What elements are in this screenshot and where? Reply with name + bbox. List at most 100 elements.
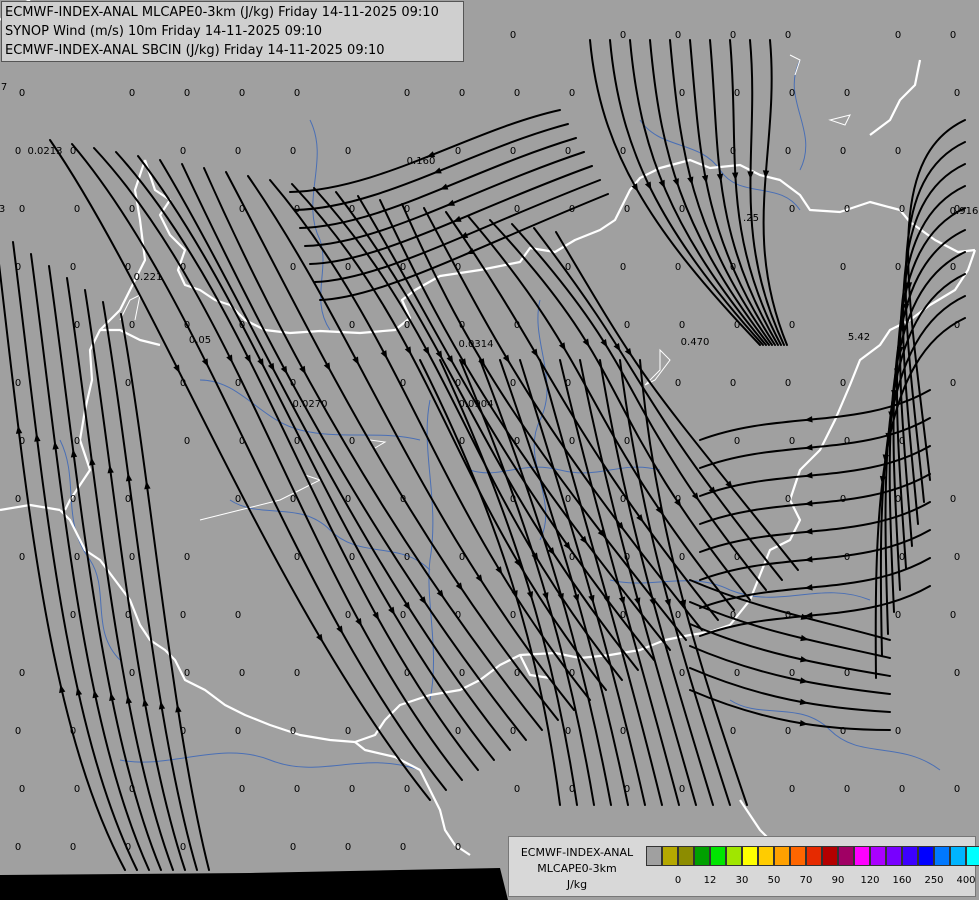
cape-zero-label: 0 — [620, 610, 626, 621]
wind-arrowhead — [435, 350, 443, 360]
value-label: 0.470 — [681, 337, 710, 348]
legend-tick-label: 120 — [860, 875, 880, 886]
map-title-box: ECMWF-INDEX-ANAL MLCAPE0-3km (J/kg) Frid… — [1, 1, 464, 62]
cape-zero-label: 0 — [624, 552, 630, 563]
value-label: 0.0270 — [293, 399, 328, 410]
cape-zero-label: 0 — [235, 378, 241, 389]
cape-zero-label: 0 — [74, 784, 80, 795]
cape-zero-label: 0 — [455, 146, 461, 157]
cape-zero-label: 0 — [844, 436, 850, 447]
cape-zero-label: 0 — [569, 784, 575, 795]
cape-zero-label: 0 — [785, 726, 791, 737]
streamline — [709, 39, 779, 346]
cape-zero-label: 0 — [294, 552, 300, 563]
cape-zero-label: 0 — [514, 204, 520, 215]
streamline — [289, 109, 561, 193]
value-label: 0.0904 — [459, 399, 494, 410]
value-label: .25 — [743, 213, 759, 224]
cape-zero-label: 0 — [899, 552, 905, 563]
wind-arrowhead — [804, 416, 813, 423]
streamline — [93, 147, 463, 781]
legend-tick-label: 400 — [956, 875, 976, 886]
cape-zero-label: 0 — [294, 436, 300, 447]
cape-zero-label: 0 — [565, 262, 571, 273]
cape-zero-label: 0 — [954, 784, 960, 795]
cape-zero-label: 0 — [400, 842, 406, 853]
cape-zero-label: 0 — [950, 378, 956, 389]
cape-zero-label: 0 — [125, 610, 131, 621]
cape-zero-label: 0 — [675, 30, 681, 41]
cape-zero-label: 0 — [404, 320, 410, 331]
legend-swatch — [758, 846, 774, 866]
legend-unit: J/kg — [566, 878, 588, 891]
wind-arrowhead — [466, 248, 475, 255]
title-line-cin: ECMWF-INDEX-ANAL SBCIN (J/kg) Friday 14-… — [5, 43, 385, 58]
cape-zero-label: 0 — [349, 204, 355, 215]
cape-zero-label: 0 — [895, 610, 901, 621]
cape-zero-label: 0 — [840, 262, 846, 273]
legend-swatch — [774, 846, 790, 866]
value-label: 0.05 — [189, 335, 211, 346]
cape-zero-label: 0 — [620, 494, 626, 505]
value-label: 0.916 — [950, 206, 979, 217]
cape-zero-label: 0 — [899, 204, 905, 215]
cape-zero-label: 0 — [400, 494, 406, 505]
streamline — [445, 211, 719, 621]
cape-zero-label: 0 — [290, 378, 296, 389]
cape-zero-label: 0 — [569, 88, 575, 99]
cape-zero-label: 0 — [954, 668, 960, 679]
cape-zero-label: 0 — [70, 610, 76, 621]
value-label: 3 — [0, 204, 5, 215]
cape-zero-label: 0 — [510, 610, 516, 621]
cape-zero-label: 0 — [125, 262, 131, 273]
cape-zero-label: 0 — [510, 494, 516, 505]
cape-zero-label: 0 — [954, 552, 960, 563]
cape-zero-label: 0 — [15, 262, 21, 273]
cape-zero-label: 0 — [235, 494, 241, 505]
legend-swatch — [742, 846, 758, 866]
wind-arrowhead — [439, 183, 449, 190]
cape-zero-label: 0 — [290, 146, 296, 157]
cape-zero-label: 0 — [895, 494, 901, 505]
legend-swatch — [646, 846, 662, 866]
cape-zero-label: 0 — [950, 610, 956, 621]
cape-zero-label: 0 — [294, 88, 300, 99]
cape-zero-label: 0 — [789, 436, 795, 447]
cape-zero-label: 0 — [19, 436, 25, 447]
streamline — [609, 39, 764, 346]
title-line-cape: ECMWF-INDEX-ANAL MLCAPE0-3km (J/kg) Frid… — [5, 5, 439, 20]
legend-swatch — [806, 846, 822, 866]
cape-zero-label: 0 — [734, 552, 740, 563]
cape-zero-label: 0 — [180, 610, 186, 621]
cape-zero-label: 0 — [404, 784, 410, 795]
wind-arrowhead — [257, 358, 264, 367]
wind-arrowhead — [201, 358, 209, 367]
cape-zero-label: 0 — [730, 30, 736, 41]
streamline — [84, 289, 186, 871]
cape-zero-label: 0 — [239, 436, 245, 447]
cape-zero-label: 0 — [679, 668, 685, 679]
legend-tick-label: 160 — [892, 875, 912, 886]
cape-zero-label: 0 — [844, 204, 850, 215]
cape-zero-label: 0 — [15, 146, 21, 157]
wind-arrowhead — [226, 354, 233, 364]
cape-zero-label: 0 — [239, 668, 245, 679]
wind-arrowhead — [672, 178, 679, 187]
cape-zero-label: 0 — [74, 320, 80, 331]
cape-zero-label: 0 — [565, 494, 571, 505]
cape-zero-label: 0 — [400, 610, 406, 621]
cape-zero-label: 0 — [294, 784, 300, 795]
legend-tick-label: 30 — [735, 875, 749, 886]
cape-zero-label: 0 — [679, 784, 685, 795]
wind-arrowhead — [336, 625, 344, 635]
wind-arrowhead — [495, 566, 503, 575]
streamline — [669, 39, 773, 346]
cape-zero-label: 0 — [569, 668, 575, 679]
value-label: 0.0314 — [459, 339, 494, 350]
cape-zero-label: 0 — [734, 668, 740, 679]
wind-arrowhead — [502, 354, 510, 364]
wind-arrowhead — [244, 354, 251, 364]
wind-arrowhead — [173, 364, 180, 374]
cape-zero-label: 0 — [730, 726, 736, 737]
cape-zero-label: 0 — [404, 552, 410, 563]
